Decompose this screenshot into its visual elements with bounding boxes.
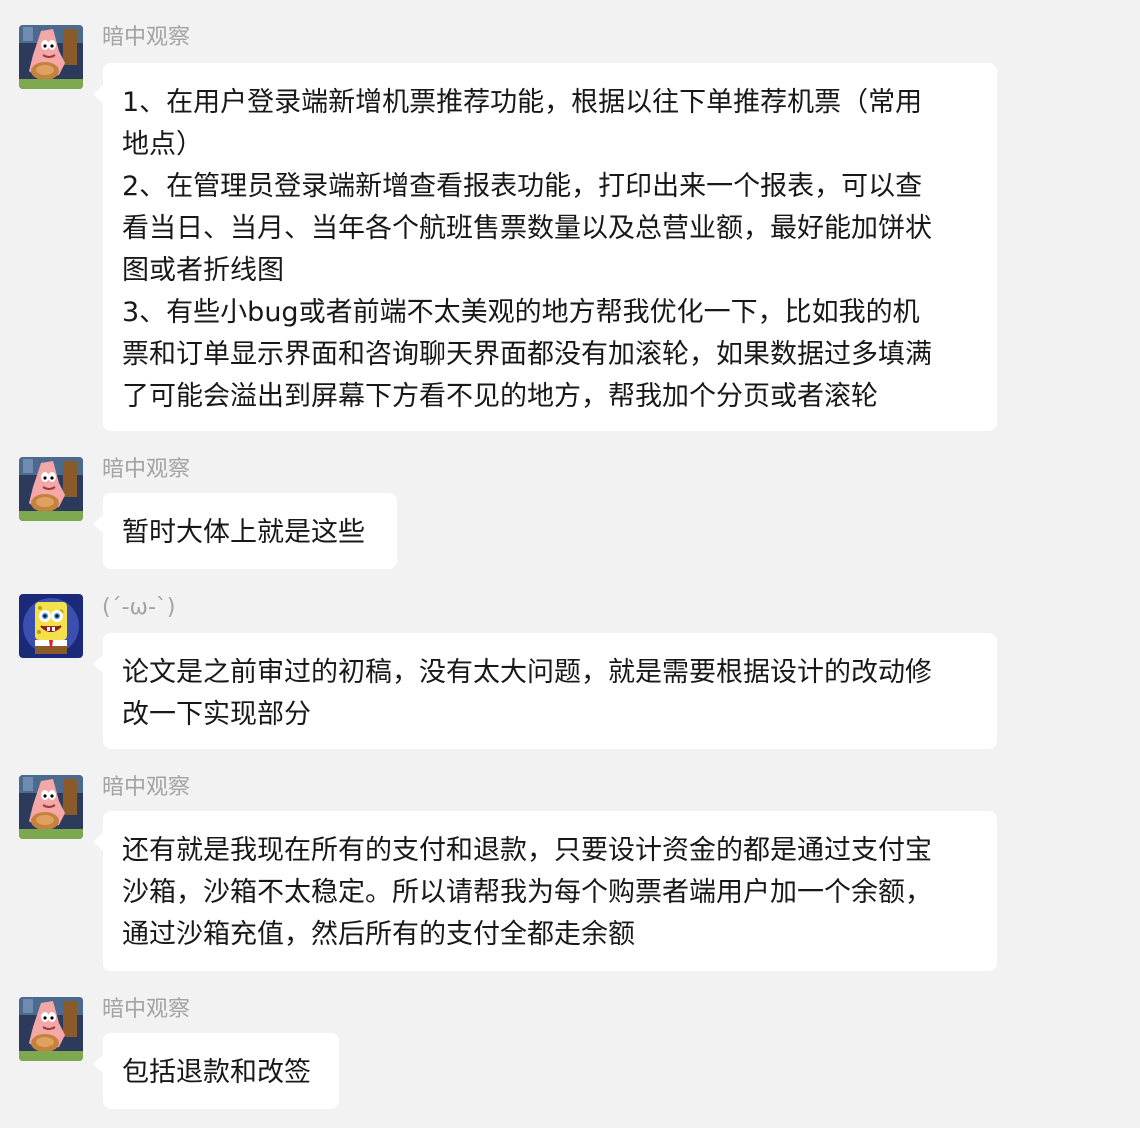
- sender-name: 暗中观察: [102, 997, 191, 1022]
- sender-name: 暗中观察: [102, 775, 191, 800]
- sender-name: 暗中观察: [102, 457, 191, 482]
- message-bubble[interactable]: 暂时大体上就是这些: [93, 493, 397, 569]
- sender-name: (´-ω-`): [102, 595, 176, 620]
- message-bubble[interactable]: 论文是之前审过的初稿，没有太大问题，就是需要根据设计的改动修 改一下实现部分: [93, 633, 997, 749]
- message-bubble[interactable]: 还有就是我现在所有的支付和退款，只要设计资金的都是通过支付宝 沙箱，沙箱不太稳定…: [93, 811, 997, 971]
- patrick-star-avatar-icon[interactable]: [19, 775, 83, 839]
- message-bubble[interactable]: 包括退款和改签: [93, 1033, 339, 1109]
- spongebob-avatar-icon[interactable]: [19, 594, 83, 658]
- sender-name: 暗中观察: [102, 25, 191, 50]
- patrick-star-avatar-icon[interactable]: [19, 997, 83, 1061]
- message-bubble[interactable]: 1、在用户登录端新增机票推荐功能，根据以往下单推荐机票（常用 地点） 2、在管理…: [93, 63, 997, 431]
- patrick-star-avatar-icon[interactable]: [19, 457, 83, 521]
- patrick-star-avatar-icon[interactable]: [19, 25, 83, 89]
